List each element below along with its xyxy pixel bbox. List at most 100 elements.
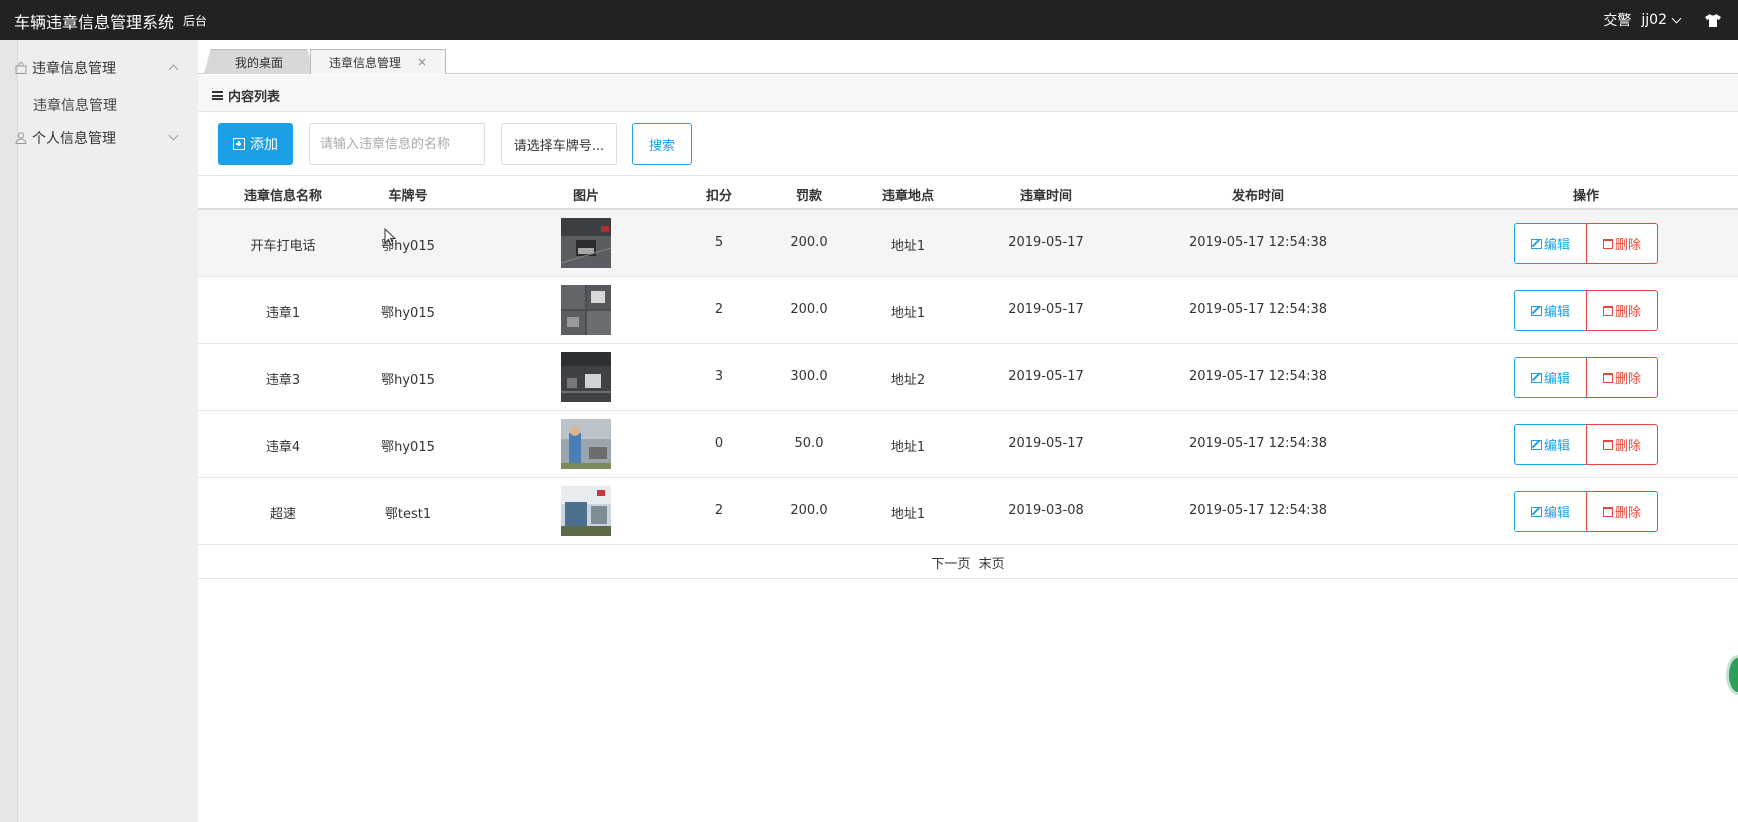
column-header: 违章地点 [881,189,934,204]
cell-plate: 鄂hy015 [381,306,435,321]
user-menu[interactable]: jj02 [1641,12,1682,28]
search-input[interactable] [309,123,485,165]
delete-label: 删除 [1614,506,1641,521]
edit-button[interactable]: 编辑 [1514,424,1587,465]
cell-plate: 鄂hy015 [381,239,435,254]
sidebar-menu-label: 个人信息管理 [32,131,116,147]
violation-photo[interactable] [561,486,611,536]
cell-plate: 鄂hy015 [381,373,435,388]
user-area: 交警 jj02 [1603,0,1738,40]
cell-time: 2019-05-17 [1008,436,1084,451]
chevron-down-icon [1671,13,1682,23]
cell-place: 地址1 [890,507,926,522]
column-header: 发布时间 [1231,189,1284,204]
edit-button[interactable]: 编辑 [1514,491,1587,532]
table-row: 超速 鄂test1 2 200.0 地址1 2019-03-08 2019-05… [198,478,1738,545]
tab-label: 我的桌面 [234,55,283,70]
edit-icon [1530,305,1542,316]
sidebar-item-violation-manage[interactable]: 违章信息管理 [0,87,198,119]
edit-label: 编辑 [1543,372,1570,387]
cell-time: 2019-05-17 [1008,235,1084,250]
cell-published: 2019-05-17 12:54:38 [1188,436,1328,451]
edit-label: 编辑 [1543,305,1570,320]
cell-fine: 200.0 [790,503,828,518]
column-header: 操作 [1572,189,1599,204]
delete-label: 删除 [1614,372,1641,387]
floating-assistant-button[interactable] [1726,655,1738,695]
cell-name: 违章3 [265,373,301,388]
cell-points: 3 [714,369,724,384]
cell-fine: 200.0 [790,235,828,250]
pagination: 下一页 末页 [198,545,1738,579]
column-header: 违章时间 [1019,189,1072,204]
table-row: 违章1 鄂hy015 2 200.0 地址1 2019-05-17 2019-0… [198,277,1738,344]
delete-button[interactable]: 删除 [1586,357,1658,398]
edit-icon [1530,372,1542,383]
trash-icon [1602,238,1613,249]
toolbar: 添加 请选择车牌号... 搜索 [198,112,1738,175]
plate-select[interactable]: 请选择车牌号... [501,123,617,165]
edit-label: 编辑 [1543,439,1570,454]
tab-desktop[interactable]: 我的桌面 [204,49,314,74]
trash-icon [1602,305,1613,316]
content-title-text: 内容列表 [228,90,281,105]
cell-name: 开车打电话 [250,239,316,254]
delete-button[interactable]: 删除 [1586,290,1658,331]
next-page-link[interactable]: 下一页 [931,557,970,572]
sidebar: 违章信息管理 违章信息管理 个人信息管理 [0,40,198,822]
table-header: 违章信息名称 车牌号 图片 扣分 罚款 违章地点 违章时间 发布时间 操作 [198,175,1738,210]
add-button[interactable]: 添加 [218,123,293,165]
column-header: 扣分 [705,189,732,204]
sidebar-menu-label: 违章信息管理 [32,61,116,77]
last-page-link[interactable]: 末页 [979,557,1005,572]
column-header: 车牌号 [388,189,428,204]
cell-published: 2019-05-17 12:54:38 [1188,369,1328,384]
add-button-label: 添加 [250,137,278,153]
sidebar-edge [0,40,18,822]
edit-button[interactable]: 编辑 [1514,290,1587,331]
delete-button[interactable]: 删除 [1586,223,1658,264]
cell-plate: 鄂hy015 [381,440,435,455]
violation-photo[interactable] [561,218,611,268]
cell-place: 地址1 [890,239,926,254]
edit-label: 编辑 [1543,506,1570,521]
column-header: 罚款 [795,189,822,204]
delete-button[interactable]: 删除 [1586,424,1658,465]
delete-label: 删除 [1614,439,1641,454]
cell-time: 2019-03-08 [1008,503,1084,518]
cell-published: 2019-05-17 12:54:38 [1188,302,1328,317]
edit-label: 编辑 [1543,238,1570,253]
search-button[interactable]: 搜索 [632,123,692,165]
trash-icon [1602,439,1613,450]
close-icon[interactable]: × [417,55,427,69]
delete-button[interactable]: 删除 [1586,491,1658,532]
cell-fine: 200.0 [790,302,828,317]
cell-fine: 300.0 [790,369,828,384]
chevron-up-icon [168,64,179,75]
tab-bar: 我的桌面 违章信息管理 × [198,40,1738,74]
edit-icon [1530,439,1542,450]
skin-switch-button[interactable] [1688,13,1738,27]
tab-violation-manage[interactable]: 违章信息管理 × [310,49,446,74]
cell-name: 违章1 [265,306,301,321]
table-row: 违章4 鄂hy015 0 50.0 地址1 2019-05-17 2019-05… [198,411,1738,478]
edit-button[interactable]: 编辑 [1514,357,1587,398]
delete-label: 删除 [1614,305,1641,320]
user-role: 交警 [1603,13,1632,29]
violation-photo[interactable] [561,285,611,335]
cell-points: 2 [714,302,724,317]
violation-photo[interactable] [561,352,611,402]
violation-photo[interactable] [561,419,611,469]
sidebar-menu-violation[interactable]: 违章信息管理 [0,50,198,86]
app-subtitle: 后台 [183,14,208,28]
shopping-bag-icon [15,62,27,74]
trash-icon [1602,506,1613,517]
user-icon [15,132,27,144]
top-navbar: 车辆违章信息管理系统 后台 交警 jj02 [0,0,1738,40]
column-header: 图片 [572,189,599,204]
sidebar-menu-personal[interactable]: 个人信息管理 [0,120,198,156]
app-title: 车辆违章信息管理系统 [14,13,175,32]
tshirt-icon [1705,13,1721,27]
edit-button[interactable]: 编辑 [1514,223,1587,264]
tab-label: 违章信息管理 [328,55,401,70]
